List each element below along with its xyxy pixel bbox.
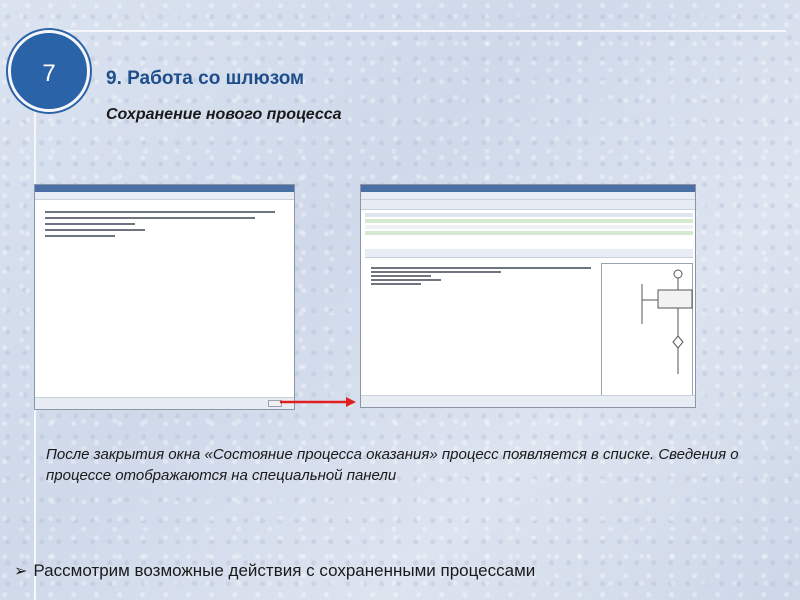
transition-arrow-icon [280, 397, 356, 407]
process-list-screenshot [360, 184, 696, 408]
text-line [45, 235, 115, 237]
text-line [45, 217, 255, 219]
window-toolbar [361, 192, 695, 200]
table-row [365, 231, 693, 235]
arrowhead-bullet-icon: ➢ [14, 563, 28, 580]
window-titlebar [361, 185, 695, 192]
window-titlebar [35, 185, 294, 192]
bullet-point: ➢ Рассмотрим возможные действия с сохране… [14, 561, 535, 581]
text-line [45, 223, 135, 225]
filter-bar [361, 200, 695, 210]
table-row [365, 219, 693, 223]
process-flow-diagram [641, 269, 693, 374]
frame-line-top [46, 30, 786, 32]
process-state-window-screenshot [34, 184, 295, 410]
text-line [371, 271, 501, 273]
slide-number: 7 [42, 60, 56, 87]
table-row [365, 225, 693, 229]
process-diagram-panel [601, 263, 693, 403]
slide-subtitle: Сохранение нового процесса [106, 106, 342, 123]
text-line [45, 211, 275, 213]
bullet-text: Рассмотрим возможные действия с сохранен… [33, 561, 536, 580]
text-line [45, 229, 145, 231]
text-line [371, 275, 431, 277]
text-line [371, 283, 421, 285]
slide-title: 9. Работа со шлюзом [106, 68, 305, 89]
table-header [365, 213, 693, 217]
text-line [371, 267, 591, 269]
window-statusbar [35, 397, 294, 409]
slide-number-badge: 7 [8, 30, 90, 112]
details-toolbar [365, 249, 693, 258]
window-statusbar [361, 395, 695, 407]
window-toolbar [35, 192, 294, 200]
text-line [371, 279, 441, 281]
slide-caption: После закрытия окна «Состояние процесса … [46, 446, 739, 484]
